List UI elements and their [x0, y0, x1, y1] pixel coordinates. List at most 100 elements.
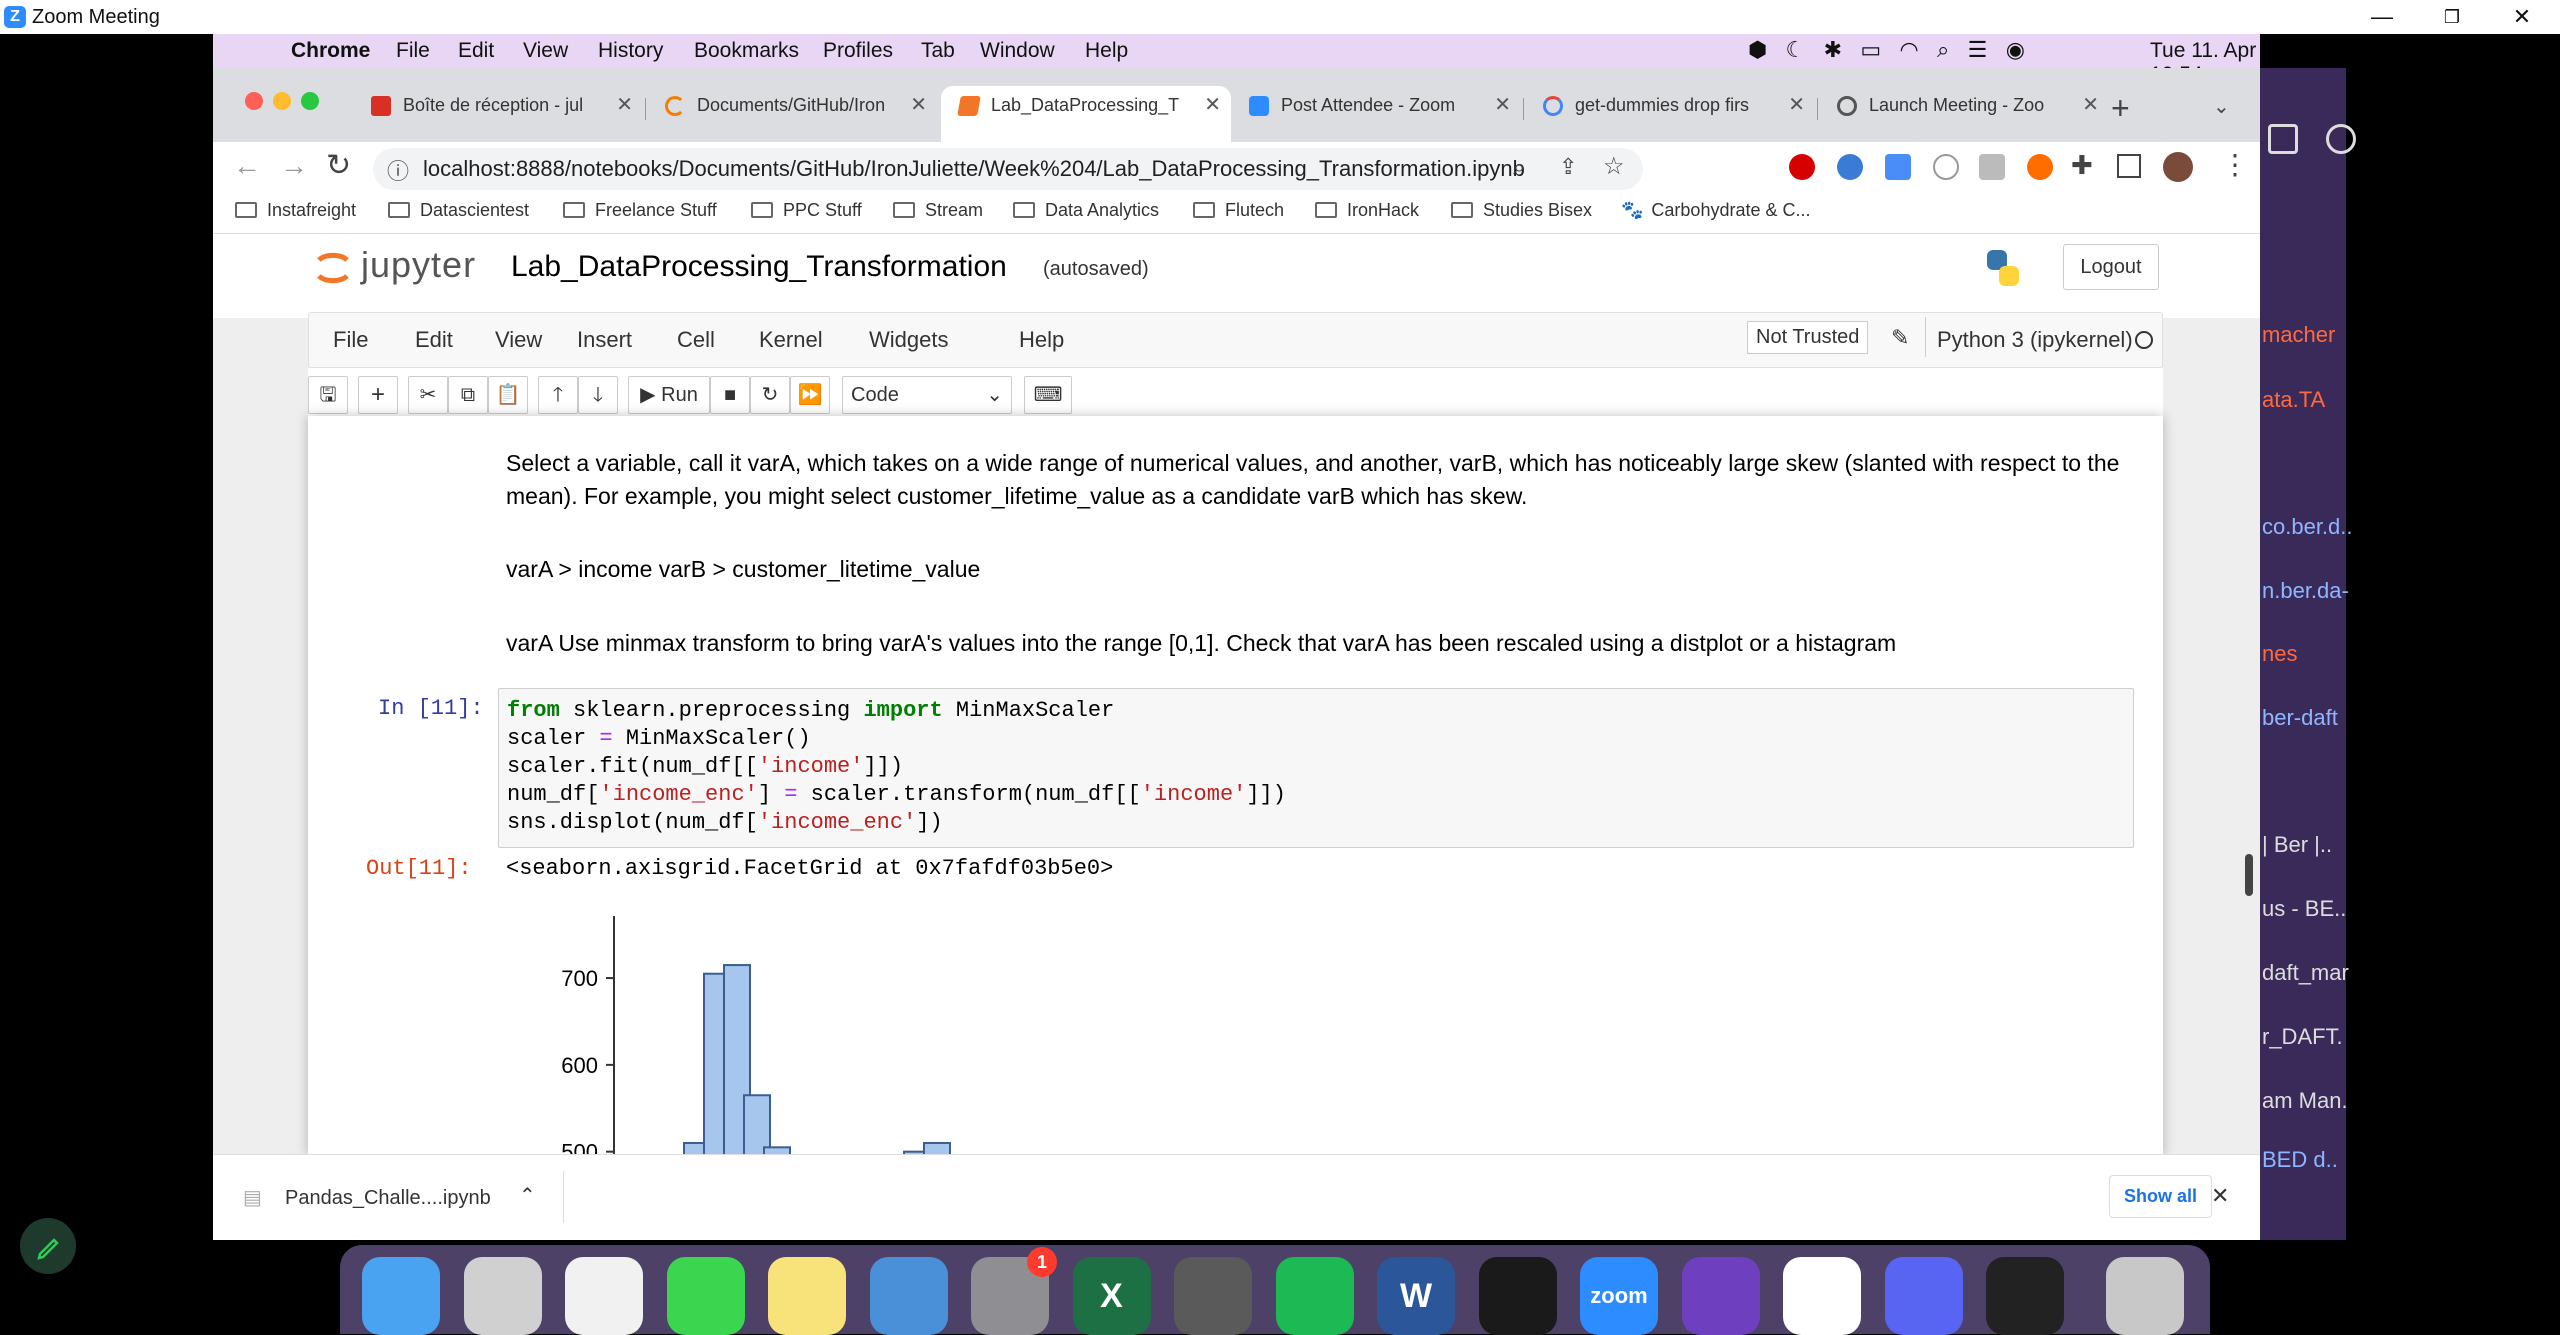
tab-gmail[interactable]: Boîte de réception - jul ✕	[353, 86, 643, 142]
discord-icon[interactable]	[1884, 1257, 1963, 1335]
zoom-lens-icon[interactable]: ⌕	[1513, 154, 1525, 180]
close-window-button[interactable]: ✕	[2492, 0, 2552, 34]
menu-kernel[interactable]: Kernel	[759, 327, 823, 353]
menu-view[interactable]: View	[495, 327, 542, 353]
word-icon[interactable]: W	[1377, 1257, 1455, 1335]
save-icon[interactable]: 🖫	[308, 376, 348, 414]
menu-edit[interactable]: Edit	[415, 327, 453, 353]
slack-icon[interactable]	[1783, 1257, 1861, 1335]
minimize-button[interactable]: —	[2352, 0, 2412, 34]
trash-icon[interactable]	[2105, 1257, 2184, 1335]
page-scrollbar-thumb[interactable]	[2245, 854, 2253, 896]
traffic-close-button[interactable]	[245, 92, 263, 110]
zoom-icon[interactable]: zoom	[1580, 1257, 1658, 1335]
restart-icon[interactable]: ↻	[750, 376, 790, 414]
code-cell-input[interactable]: from sklearn.preprocessing import MinMax…	[498, 688, 2134, 848]
tab-close-icon[interactable]: ✕	[910, 86, 927, 124]
jupyter-logo-icon[interactable]	[313, 244, 353, 290]
bookmark-item[interactable]: Datascientest	[388, 200, 529, 221]
traffic-zoom-button[interactable]	[301, 92, 319, 110]
bookmark-item[interactable]: Freelance Stuff	[563, 200, 717, 221]
cell-type-select[interactable]: Code ⌄	[842, 376, 1012, 414]
notes-icon[interactable]	[768, 1257, 846, 1335]
share-icon[interactable]: ⇪	[1559, 154, 1577, 180]
tab-close-icon[interactable]: ✕	[1788, 86, 1805, 124]
kernel-name[interactable]: Python 3 (ipykernel)	[1937, 327, 2133, 353]
menu-edit[interactable]: Edit	[458, 39, 494, 63]
bookmark-item[interactable]: Flutech	[1193, 200, 1284, 221]
run-button[interactable]: ▶ Run	[628, 376, 710, 414]
menu-window[interactable]: Window	[980, 39, 1055, 63]
close-download-bar-icon[interactable]: ✕	[2211, 1183, 2229, 1209]
back-arrow-icon[interactable]: ←	[233, 150, 261, 182]
tab-close-icon[interactable]: ✕	[2082, 86, 2099, 124]
menu-widgets[interactable]: Widgets	[869, 327, 948, 353]
forward-arrow-icon[interactable]: →	[280, 150, 308, 182]
new-tab-button[interactable]: +	[2111, 90, 2130, 127]
restart-run-all-icon[interactable]: ⏩	[790, 376, 830, 414]
tab-close-icon[interactable]: ✕	[1494, 86, 1511, 124]
bookmark-star-icon[interactable]: ☆	[1603, 152, 1625, 181]
maximize-button[interactable]: ❐	[2422, 0, 2482, 34]
excel-icon[interactable]: X	[1072, 1257, 1151, 1335]
extension-icon[interactable]	[1885, 154, 1911, 180]
info-icon[interactable]: ⓘ	[387, 154, 409, 186]
cut-icon[interactable]: ✂	[408, 376, 448, 414]
traffic-minimize-button[interactable]	[273, 92, 291, 110]
menu-history[interactable]: History	[598, 39, 663, 63]
terminal-icon[interactable]	[1986, 1257, 2064, 1335]
move-up-icon[interactable]: 🡑	[538, 376, 578, 414]
stop-icon[interactable]: ■	[710, 376, 750, 414]
menu-file[interactable]: File	[396, 39, 430, 63]
tab-close-icon[interactable]: ✕	[1204, 86, 1221, 124]
menu-file[interactable]: File	[333, 327, 368, 353]
bookmark-item[interactable]: Stream	[893, 200, 983, 221]
menu-cell[interactable]: Cell	[677, 327, 715, 353]
tab-zoom-post-attendee[interactable]: Post Attendee - Zoom ✕	[1231, 86, 1521, 142]
bookmark-item[interactable]: Instafreight	[235, 200, 356, 221]
reload-icon[interactable]: ↻	[326, 148, 351, 183]
bookmark-item[interactable]: PPC Stuff	[751, 200, 862, 221]
extension-icon[interactable]	[1933, 154, 1959, 180]
menu-tab[interactable]: Tab	[921, 39, 955, 63]
address-bar[interactable]: ⓘ localhost:8888/notebooks/Documents/Git…	[373, 148, 1643, 190]
launchpad-icon[interactable]	[463, 1257, 542, 1335]
tab-search-chevron-icon[interactable]: ⌄	[2213, 94, 2230, 119]
zoom-legacy-icon[interactable]	[869, 1257, 948, 1335]
menu-bookmarks[interactable]: Bookmarks	[694, 39, 799, 63]
puzzle-extensions-icon[interactable]: ✚	[2071, 150, 2093, 181]
chevron-up-icon[interactable]: ⌃	[519, 1183, 536, 1208]
extension-icon[interactable]	[2027, 154, 2053, 180]
opera-extension-icon[interactable]	[1789, 154, 1815, 180]
bookmark-item[interactable]: Data Analytics	[1013, 200, 1159, 221]
tab-google-search[interactable]: get-dummies drop firs ✕	[1525, 86, 1815, 142]
side-panel-icon[interactable]	[2117, 154, 2141, 178]
extension-icon[interactable]	[1837, 154, 1863, 180]
menu-insert[interactable]: Insert	[577, 327, 632, 353]
bookmark-item[interactable]: 🐾 Carbohydrate & C...	[1621, 200, 1811, 221]
tab-launch-meeting[interactable]: Launch Meeting - Zoo ✕	[1819, 86, 2109, 142]
extension-icon[interactable]	[1979, 154, 2005, 180]
paste-icon[interactable]: 📋	[488, 376, 528, 414]
system-settings-icon[interactable]: 1	[971, 1247, 1057, 1335]
add-cell-icon[interactable]: +	[358, 376, 398, 414]
kebab-menu-icon[interactable]: ⋮	[2221, 148, 2249, 181]
cursor-icon[interactable]	[1478, 1257, 1557, 1335]
avatar[interactable]	[2163, 152, 2193, 182]
menu-help[interactable]: Help	[1085, 39, 1128, 63]
menu-view[interactable]: View	[523, 39, 568, 63]
tab-close-icon[interactable]: ✕	[616, 86, 633, 124]
finder-icon[interactable]	[362, 1257, 440, 1335]
menu-app-name[interactable]: Chrome	[291, 39, 370, 63]
github-desktop-icon[interactable]	[1681, 1257, 1760, 1335]
pencil-icon[interactable]: ✎	[1891, 325, 1909, 351]
menu-profiles[interactable]: Profiles	[823, 39, 893, 63]
bookmark-item[interactable]: Studies Bisex	[1451, 200, 1592, 221]
spotify-icon[interactable]	[1275, 1257, 1354, 1335]
show-all-button[interactable]: Show all	[2109, 1175, 2213, 1218]
tab-lab-notebook[interactable]: Lab_DataProcessing_T ✕	[941, 86, 1231, 142]
chrome-icon[interactable]	[565, 1257, 643, 1335]
download-filename[interactable]: Pandas_Challe....ipynb	[285, 1187, 491, 1210]
logout-button[interactable]: Logout	[2063, 244, 2159, 290]
copy-icon[interactable]: ⧉	[448, 376, 488, 414]
